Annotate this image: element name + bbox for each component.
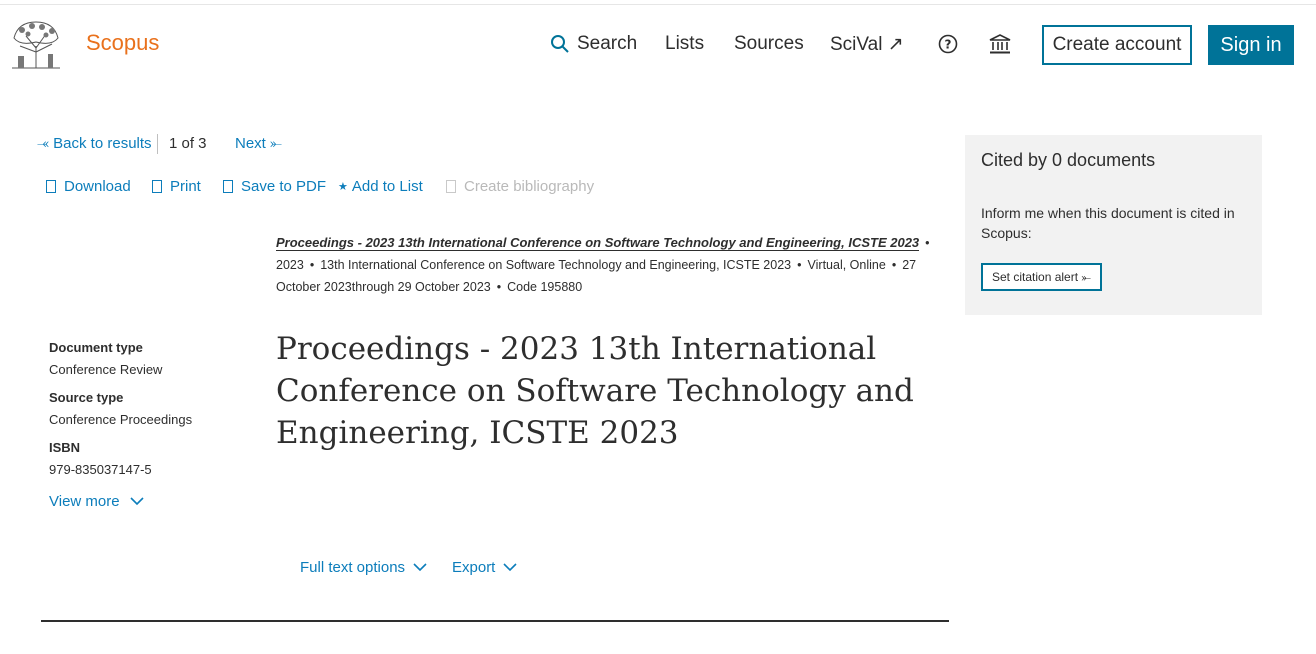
print-label: Print (170, 178, 201, 195)
pager-divider (157, 134, 158, 154)
back-to-results-link[interactable]: ⤛ Back to results (37, 135, 152, 152)
result-pager: 1 of 3 (169, 135, 207, 152)
full-text-options-label: Full text options (300, 559, 406, 576)
view-more-button[interactable]: View more (49, 493, 144, 510)
svg-text:?: ? (945, 38, 952, 52)
create-bibliography-button[interactable]: Create bibliography (446, 178, 594, 195)
isbn-label: ISBN (49, 440, 81, 455)
print-icon (152, 180, 162, 193)
create-bibliography-label: Create bibliography (464, 178, 595, 195)
document-title: Proceedings - 2023 13th International Co… (276, 331, 914, 451)
chevron-down-icon (503, 563, 517, 572)
document-type-value: Conference Review (49, 362, 163, 377)
source-info: Proceedings - 2023 13th International Co… (276, 235, 930, 294)
create-account-button[interactable]: Create account (1042, 25, 1192, 65)
help-icon[interactable]: ? (938, 34, 958, 54)
document-type-label: Document type (49, 340, 143, 355)
full-text-options-button[interactable]: Full text options (300, 559, 427, 576)
set-citation-alert-button[interactable]: Set citation alert ⤜ (981, 263, 1102, 291)
nav-sources[interactable]: Sources (734, 33, 804, 55)
citations-panel: Cited by 0 documents Inform me when this… (965, 135, 1262, 315)
nav-lists[interactable]: Lists (665, 33, 704, 55)
source-code: Code 195880 (507, 280, 583, 294)
bibliography-icon (446, 180, 456, 193)
chevron-down-icon (130, 497, 144, 506)
source-type-label: Source type (49, 390, 124, 405)
cited-by-count: Cited by 0 documents (981, 150, 1156, 170)
scopus-brand[interactable]: Scopus (86, 30, 159, 56)
nav-search-label: Search (577, 33, 638, 54)
add-to-list-button[interactable]: ★ Add to List (338, 178, 423, 195)
sign-in-button[interactable]: Sign in (1208, 25, 1294, 65)
source-type-value: Conference Proceedings (49, 412, 193, 427)
nav-scival[interactable]: SciVal ↗ (830, 33, 904, 56)
download-icon (46, 180, 56, 193)
source-year: 2023 (276, 258, 304, 272)
export-button[interactable]: Export (452, 559, 517, 576)
source-conference: 13th International Conference on Softwar… (320, 258, 792, 272)
nav-search[interactable]: Search (550, 33, 637, 55)
institution-icon[interactable] (988, 33, 1012, 55)
next-result-link[interactable]: Next ⤜ (235, 135, 282, 152)
source-location: Virtual, Online (807, 258, 886, 272)
source-publication-link[interactable]: Proceedings - 2023 13th International Co… (276, 235, 920, 251)
save-to-pdf-label: Save to PDF (241, 178, 327, 195)
section-divider (41, 620, 949, 622)
search-icon (551, 35, 569, 53)
download-button[interactable]: Download (46, 178, 131, 195)
chevron-down-icon (413, 563, 427, 572)
add-to-list-label: Add to List (351, 178, 423, 195)
elsevier-tree-logo[interactable] (8, 18, 64, 70)
pdf-icon (223, 180, 233, 193)
save-to-pdf-button[interactable]: Save to PDF (223, 178, 326, 195)
star-icon: ★ (338, 181, 348, 193)
top-border (0, 4, 1316, 5)
citation-alert-text: Inform me when this document is cited in… (981, 205, 1235, 241)
view-more-label: View more (49, 493, 120, 510)
print-button[interactable]: Print (152, 178, 201, 195)
export-label: Export (452, 559, 496, 576)
download-label: Download (64, 178, 131, 195)
isbn-value: 979-835037147-5 (49, 462, 152, 477)
